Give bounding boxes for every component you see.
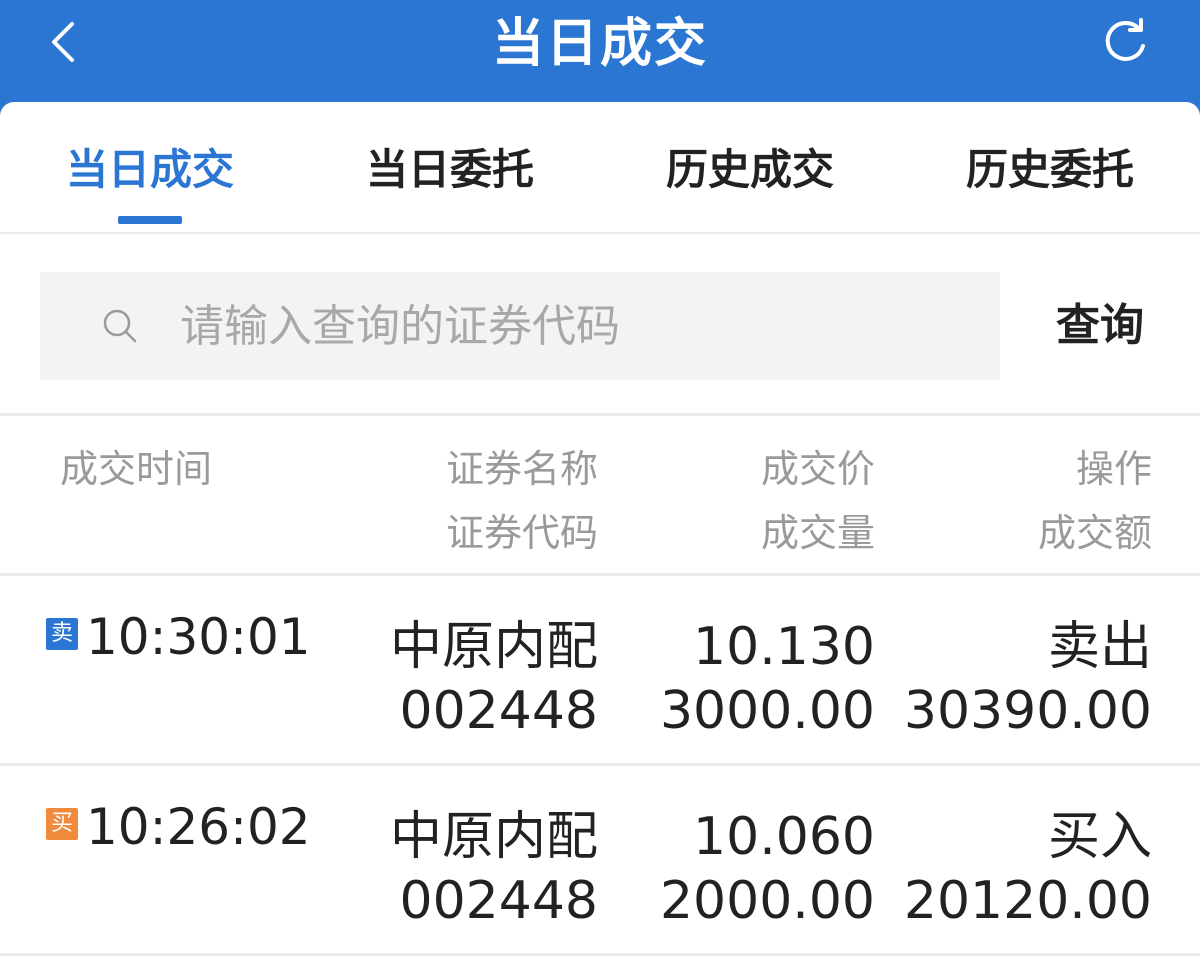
trade-volume: 2000.00 (659, 871, 875, 931)
content-card: 当日成交 当日委托 历史成交 历史委托 查询 成交时间 证券名称 证券代码 成交… (0, 102, 1200, 966)
tab-history-orders[interactable]: 历史委托 (900, 142, 1200, 198)
active-tab-indicator (118, 216, 182, 224)
trade-action: 买入 (1047, 807, 1152, 867)
search-icon (103, 309, 137, 343)
header-trade-price: 成交价 (760, 447, 875, 491)
refresh-icon (1105, 18, 1145, 61)
header-action: 操作 (1075, 447, 1152, 491)
trade-amount: 20120.00 (903, 871, 1152, 931)
trade-amount: 30390.00 (903, 681, 1152, 741)
trade-price: 10.060 (693, 807, 875, 867)
header-security-code: 证券代码 (445, 511, 598, 555)
search-box (40, 272, 1000, 380)
security-name: 中原内配 (389, 617, 598, 677)
tab-today-trades[interactable]: 当日成交 (0, 142, 300, 198)
trade-volume: 3000.00 (659, 681, 875, 741)
table-row[interactable]: 卖 10:30:01 中原内配 002448 10.130 3000.00 卖出… (0, 576, 1200, 766)
header-trade-volume: 成交量 (760, 511, 875, 555)
security-code: 002448 (399, 871, 598, 931)
header-trade-time: 成交时间 (60, 447, 213, 491)
table-row[interactable]: 买 10:26:02 中原内配 002448 10.060 2000.00 买入… (0, 766, 1200, 956)
sell-badge: 卖 (46, 618, 78, 650)
refresh-button[interactable] (1100, 16, 1152, 68)
header-security-name: 证券名称 (445, 447, 598, 491)
tab-bar: 当日成交 当日委托 历史成交 历史委托 (0, 102, 1200, 234)
query-button[interactable]: 查询 (1030, 296, 1170, 356)
trade-time: 10:26:02 (86, 798, 311, 856)
header-trade-amount: 成交额 (1037, 511, 1152, 555)
tab-history-trades[interactable]: 历史成交 (600, 142, 900, 198)
trade-price: 10.130 (693, 617, 875, 677)
tab-today-orders[interactable]: 当日委托 (300, 142, 600, 198)
table-header: 成交时间 证券名称 证券代码 成交价 成交量 操作 成交额 (0, 416, 1200, 576)
page-title: 当日成交 (491, 14, 708, 74)
security-code: 002448 (399, 681, 598, 741)
search-bar: 查询 (0, 236, 1200, 416)
app-header: 当日成交 (0, 0, 1200, 104)
search-input[interactable] (180, 290, 980, 362)
trade-action: 卖出 (1047, 617, 1152, 677)
buy-badge: 买 (46, 808, 78, 840)
trade-time: 10:30:01 (86, 608, 311, 666)
security-name: 中原内配 (389, 807, 598, 867)
